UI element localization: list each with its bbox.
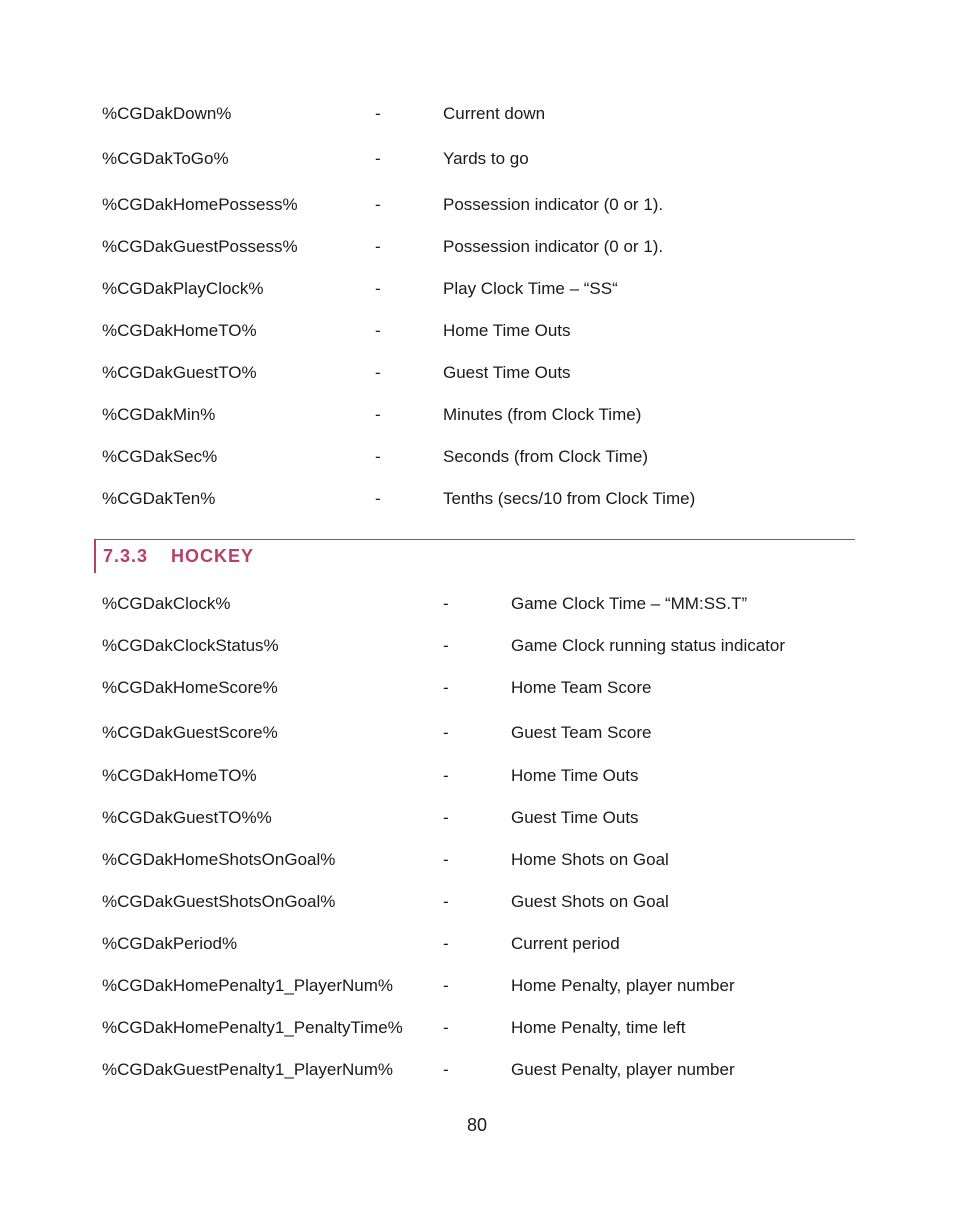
variable-description: Possession indicator (0 or 1).: [443, 237, 664, 256]
variable-name: %CGDakPeriod%: [102, 934, 238, 953]
variable-description: Guest Time Outs: [511, 808, 639, 827]
variable-name: %CGDakGuestTO%%: [102, 808, 272, 827]
separator-dash: -: [375, 195, 381, 214]
page-number: 80: [466, 1115, 488, 1135]
separator-dash: -: [443, 850, 449, 869]
separator-dash: -: [375, 447, 381, 466]
variable-description: Game Clock Time – “MM:SS.T”: [511, 594, 748, 613]
variable-description: Yards to go: [443, 149, 529, 168]
separator-dash: -: [375, 237, 381, 256]
separator-dash: -: [443, 976, 449, 995]
separator-dash: -: [443, 766, 449, 785]
separator-dash: -: [443, 678, 449, 697]
section-number: 7.3.3: [103, 546, 149, 566]
variable-name: %CGDakHomeTO%: [102, 321, 257, 340]
variable-name: %CGDakTen%: [102, 489, 216, 508]
variable-description: Home Shots on Goal: [511, 850, 669, 869]
separator-dash: -: [443, 1060, 449, 1079]
separator-dash: -: [375, 363, 381, 382]
section-heading-hockey: 7.3.3 HOCKEY: [94, 539, 855, 573]
separator-dash: -: [443, 808, 449, 827]
variable-name: %CGDakToGo%: [102, 149, 229, 168]
separator-dash: -: [375, 104, 381, 123]
separator-dash: -: [375, 405, 381, 424]
variable-name: %CGDakDown%: [102, 104, 232, 123]
variable-name: %CGDakHomeScore%: [102, 678, 278, 697]
separator-dash: -: [443, 1018, 449, 1037]
variable-description: Current period: [511, 934, 620, 953]
variable-name: %CGDakGuestPossess%: [102, 237, 298, 256]
separator-dash: -: [375, 149, 381, 168]
variable-description: Play Clock Time – “SS“: [443, 279, 618, 298]
variable-name: %CGDakGuestShotsOnGoal%: [102, 892, 336, 911]
variable-name: %CGDakGuestPenalty1_PlayerNum%: [102, 1060, 394, 1079]
variable-description: Seconds (from Clock Time): [443, 447, 648, 466]
variable-name: %CGDakGuestTO%: [102, 363, 257, 382]
variable-name: %CGDakHomePenalty1_PenaltyTime%: [102, 1018, 403, 1037]
variable-description: Minutes (from Clock Time): [443, 405, 642, 424]
variable-description: Current down: [443, 104, 546, 123]
variable-name: %CGDakHomeTO%: [102, 766, 257, 785]
variable-name: %CGDakSec%: [102, 447, 218, 466]
variable-description: Home Penalty, time left: [511, 1018, 686, 1037]
separator-dash: -: [443, 723, 449, 742]
separator-dash: -: [443, 594, 449, 613]
variable-name: %CGDakClock%: [102, 594, 231, 613]
variable-description: Guest Penalty, player number: [511, 1060, 735, 1079]
variable-description: Home Team Score: [511, 678, 652, 697]
separator-dash: -: [443, 892, 449, 911]
variable-name: %CGDakMin%: [102, 405, 216, 424]
separator-dash: -: [375, 279, 381, 298]
variable-description: Tenths (secs/10 from Clock Time): [443, 489, 696, 508]
variable-name: %CGDakHomePenalty1_PlayerNum%: [102, 976, 394, 995]
variable-name: %CGDakGuestScore%: [102, 723, 278, 742]
separator-dash: -: [443, 934, 449, 953]
variable-description: Home Time Outs: [443, 321, 571, 340]
variable-description: Home Penalty, player number: [511, 976, 735, 995]
variable-name: %CGDakPlayClock%: [102, 279, 264, 298]
variable-name: %CGDakClockStatus%: [102, 636, 279, 655]
variable-description: Guest Time Outs: [443, 363, 571, 382]
variable-name: %CGDakHomeShotsOnGoal%: [102, 850, 336, 869]
separator-dash: -: [443, 636, 449, 655]
section-title: HOCKEY: [171, 546, 255, 566]
variable-description: Guest Team Score: [511, 723, 652, 742]
separator-dash: -: [375, 489, 381, 508]
separator-dash: -: [375, 321, 381, 340]
variable-description: Guest Shots on Goal: [511, 892, 669, 911]
variable-description: Home Time Outs: [511, 766, 639, 785]
variable-description: Game Clock running status indicator: [511, 636, 786, 655]
variable-description: Possession indicator (0 or 1).: [443, 195, 664, 214]
variable-name: %CGDakHomePossess%: [102, 195, 298, 214]
